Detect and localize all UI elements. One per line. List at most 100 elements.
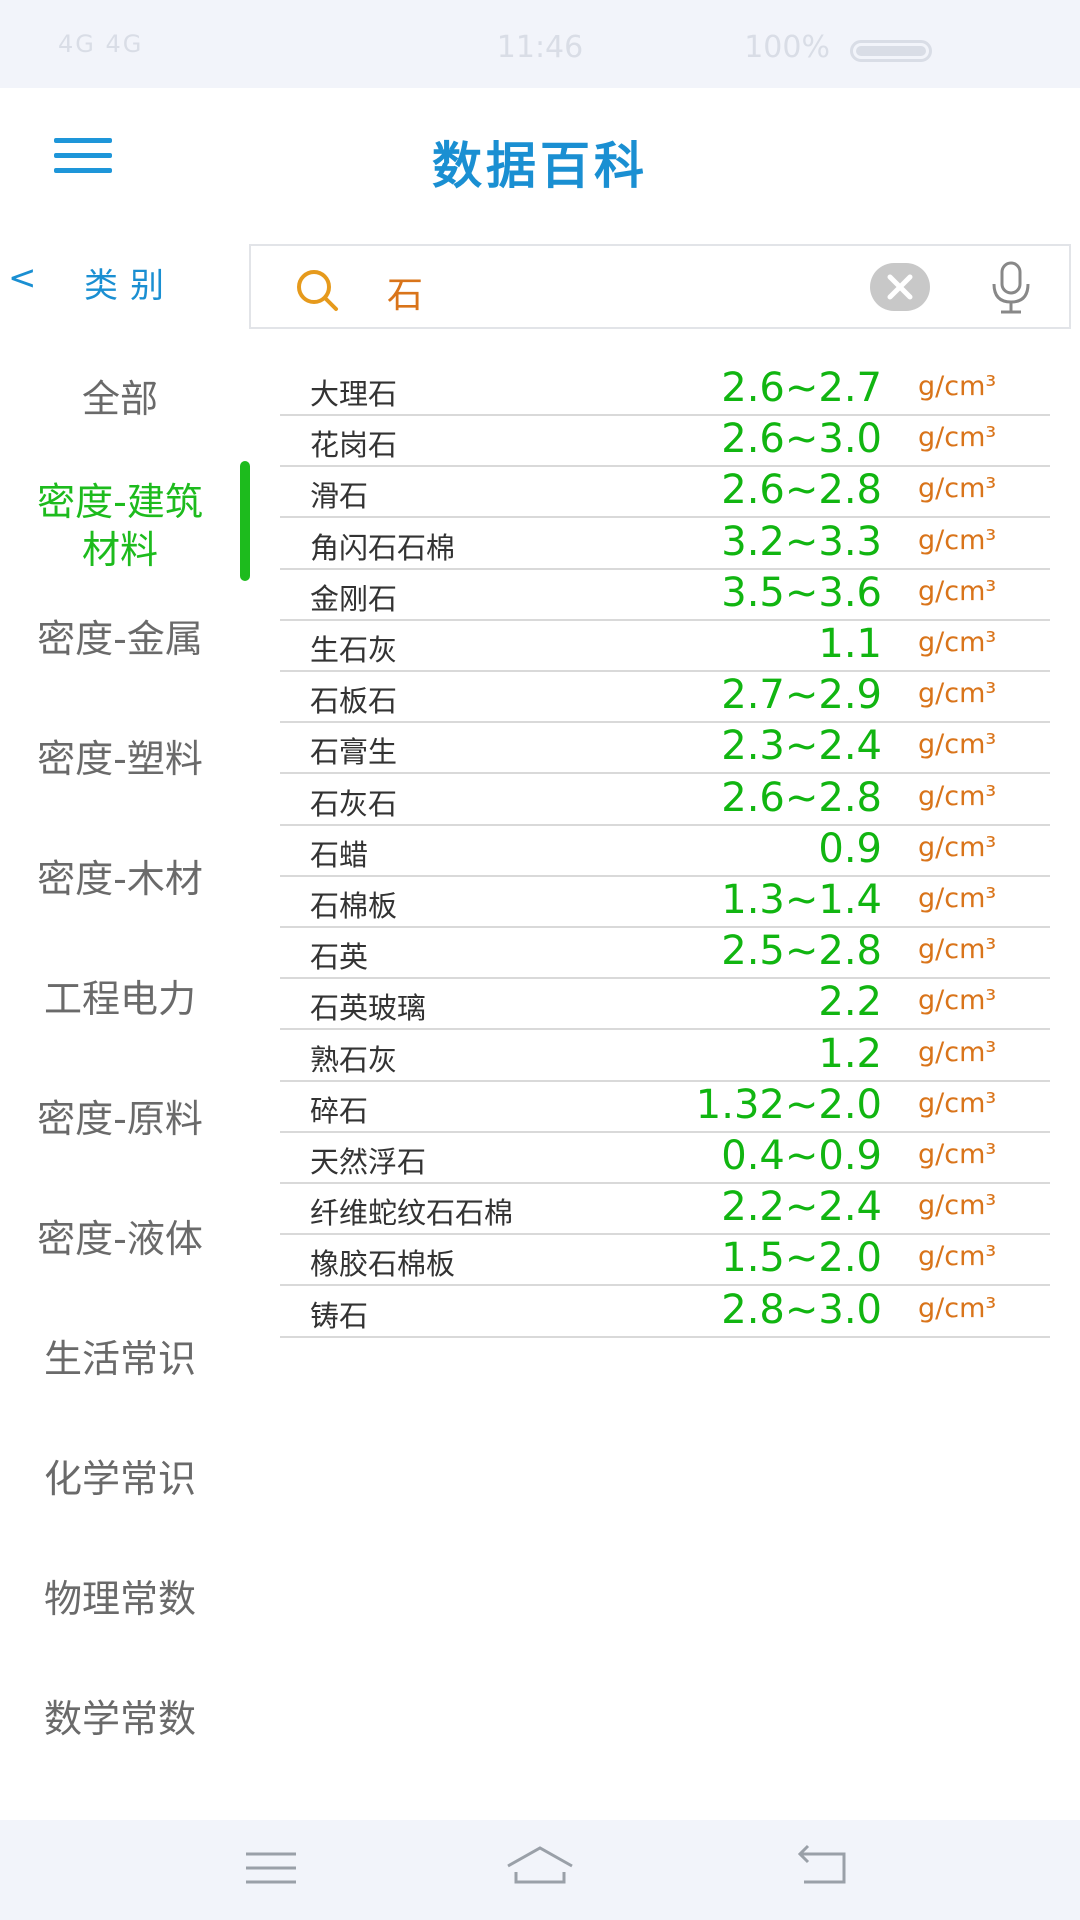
density-unit: g/cm³ — [918, 1088, 997, 1119]
density-unit: g/cm³ — [918, 678, 997, 709]
sidebar-item-density-plastic[interactable]: 密度-塑料 — [0, 735, 240, 783]
table-row[interactable]: 碎石 1.32~2.0 g/cm³ — [280, 1082, 1050, 1133]
sidebar-item-density-wood[interactable]: 密度-木材 — [0, 855, 240, 903]
table-row[interactable]: 金刚石 3.5~3.6 g/cm³ — [280, 570, 1050, 621]
density-value: 2.3~2.4 — [721, 723, 882, 769]
table-row[interactable]: 熟石灰 1.2 g/cm³ — [280, 1031, 1050, 1082]
material-name: 天然浮石 — [310, 1145, 427, 1179]
density-value: 1.1 — [818, 621, 882, 667]
battery-percent: 100% — [744, 30, 830, 65]
home-icon[interactable] — [504, 1842, 584, 1898]
density-value: 1.2 — [818, 1031, 882, 1077]
density-unit: g/cm³ — [918, 832, 997, 863]
search-input[interactable]: 石 — [249, 244, 1071, 329]
table-row[interactable]: 铸石 2.8~3.0 g/cm³ — [280, 1287, 1050, 1338]
table-row[interactable]: 花岗石 2.6~3.0 g/cm³ — [280, 416, 1050, 467]
sidebar-item-engineering-power[interactable]: 工程电力 — [0, 975, 240, 1023]
sidebar-item-label: 数学常数 — [43, 1697, 196, 1741]
material-name: 石棉板 — [310, 889, 398, 923]
battery-icon — [850, 40, 932, 62]
density-unit: g/cm³ — [918, 525, 997, 556]
sidebar-item-math-constants[interactable]: 数学常数 — [0, 1695, 240, 1743]
material-name: 角闪石石棉 — [310, 531, 456, 565]
search-icon — [295, 268, 339, 312]
table-row[interactable]: 纤维蛇纹石石棉 2.2~2.4 g/cm³ — [280, 1184, 1050, 1235]
sidebar-item-label: 密度-塑料 — [37, 737, 203, 781]
table-row[interactable]: 角闪石石棉 3.2~3.3 g/cm³ — [280, 519, 1050, 570]
density-unit: g/cm³ — [918, 422, 997, 453]
material-name: 石板石 — [310, 684, 398, 718]
active-indicator — [240, 461, 250, 581]
density-value: 3.5~3.6 — [721, 570, 882, 616]
sidebar-item-all[interactable]: 全部 — [0, 375, 240, 423]
table-row[interactable]: 石棉板 1.3~1.4 g/cm³ — [280, 877, 1050, 928]
density-unit: g/cm³ — [918, 627, 997, 658]
sidebar-item-density-liquid[interactable]: 密度-液体 — [0, 1215, 240, 1263]
density-unit: g/cm³ — [918, 1190, 997, 1221]
density-value: 0.9 — [818, 826, 882, 872]
density-unit: g/cm³ — [918, 1037, 997, 1068]
sidebar-item-life-knowledge[interactable]: 生活常识 — [0, 1335, 240, 1383]
sidebar-item-label: 物理常数 — [43, 1577, 196, 1621]
status-bar: 4G 4G 11:46 100% — [0, 0, 1080, 88]
table-row[interactable]: 滑石 2.6~2.8 g/cm³ — [280, 467, 1050, 518]
sidebar-item-label: 密度-金属 — [37, 617, 203, 661]
material-name: 石灰石 — [310, 787, 398, 821]
system-nav-bar — [0, 1820, 1080, 1920]
density-unit: g/cm³ — [918, 371, 997, 402]
material-name: 滑石 — [310, 479, 369, 513]
material-name: 石英 — [310, 940, 369, 974]
table-row[interactable]: 石蜡 0.9 g/cm³ — [280, 826, 1050, 877]
sidebar-item-density-metal[interactable]: 密度-金属 — [0, 615, 240, 663]
material-name: 生石灰 — [310, 633, 398, 667]
table-row[interactable]: 石膏生 2.3~2.4 g/cm³ — [280, 723, 1050, 774]
sidebar-item-density-building-materials[interactable]: 密度-建筑 材料 — [0, 478, 240, 574]
material-name: 金刚石 — [310, 582, 398, 616]
material-name: 花岗石 — [310, 428, 398, 462]
material-name: 石膏生 — [310, 735, 398, 769]
density-unit: g/cm³ — [918, 1293, 997, 1324]
sidebar-item-physics-constants[interactable]: 物理常数 — [0, 1575, 240, 1623]
table-row[interactable]: 生石灰 1.1 g/cm³ — [280, 621, 1050, 672]
sidebar-item-density-raw-material[interactable]: 密度-原料 — [0, 1095, 240, 1143]
density-value: 2.2 — [818, 979, 882, 1025]
table-row[interactable]: 石灰石 2.6~2.8 g/cm³ — [280, 775, 1050, 826]
density-value: 0.4~0.9 — [721, 1133, 882, 1179]
density-value: 1.32~2.0 — [695, 1082, 882, 1128]
density-unit: g/cm³ — [918, 1241, 997, 1272]
microphone-icon[interactable] — [986, 260, 1036, 316]
density-unit: g/cm³ — [918, 473, 997, 504]
page-title: 数据百科 — [432, 137, 648, 195]
density-unit: g/cm³ — [918, 781, 997, 812]
sidebar-item-chemistry-knowledge[interactable]: 化学常识 — [0, 1455, 240, 1503]
density-value: 2.6~2.8 — [721, 775, 882, 821]
sidebar-item-label: 密度-原料 — [37, 1097, 203, 1141]
table-row[interactable]: 天然浮石 0.4~0.9 g/cm³ — [280, 1133, 1050, 1184]
material-name: 熟石灰 — [310, 1043, 398, 1077]
menu-icon[interactable] — [244, 1842, 324, 1898]
app-header: 数据百科 — [0, 88, 1080, 228]
table-row[interactable]: 橡胶石棉板 1.5~2.0 g/cm³ — [280, 1235, 1050, 1286]
table-row[interactable]: 大理石 2.6~2.7 g/cm³ — [280, 365, 1050, 416]
sidebar-item-label: 化学常识 — [43, 1457, 196, 1501]
density-unit: g/cm³ — [918, 883, 997, 914]
density-unit: g/cm³ — [918, 576, 997, 607]
clear-icon[interactable] — [870, 263, 930, 311]
sidebar-item-label-line1: 密度-建筑 — [37, 480, 203, 524]
density-unit: g/cm³ — [918, 934, 997, 965]
table-row[interactable]: 石英玻璃 2.2 g/cm³ — [280, 979, 1050, 1030]
sidebar-item-label: 密度-液体 — [37, 1217, 203, 1261]
density-value: 2.6~2.7 — [721, 365, 882, 411]
search-value[interactable]: 石 — [387, 266, 423, 318]
material-name: 大理石 — [310, 377, 398, 411]
material-name: 碎石 — [310, 1094, 369, 1128]
density-value: 2.6~3.0 — [721, 416, 882, 462]
table-row[interactable]: 石英 2.5~2.8 g/cm³ — [280, 928, 1050, 979]
density-unit: g/cm³ — [918, 729, 997, 760]
material-name: 石蜡 — [310, 838, 369, 872]
density-unit: g/cm³ — [918, 985, 997, 1016]
sidebar-item-label-line2: 材料 — [81, 528, 158, 572]
density-value: 1.5~2.0 — [721, 1235, 882, 1281]
back-icon[interactable] — [796, 1842, 876, 1898]
table-row[interactable]: 石板石 2.7~2.9 g/cm³ — [280, 672, 1050, 723]
